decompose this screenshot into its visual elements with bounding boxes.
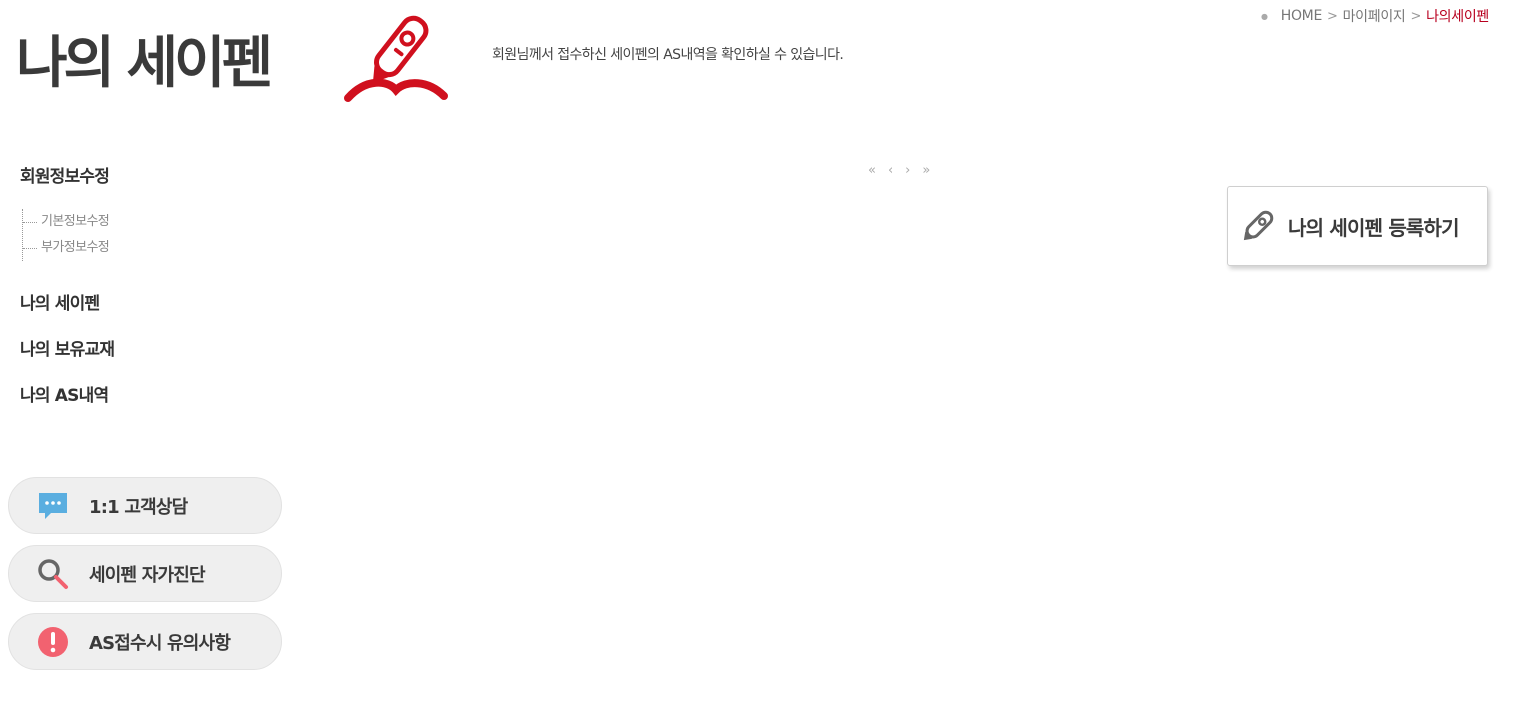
breadcrumb-current: 나의세이펜 — [1426, 9, 1489, 25]
nav-member-edit[interactable]: 회원정보수정 — [20, 162, 280, 187]
breadcrumb: ● HOME > 마이페이지 > 나의세이펜 — [1261, 6, 1489, 26]
chevron-right-icon: > — [1327, 8, 1338, 24]
register-saypen-button[interactable]: 나의 세이펜 등록하기 — [1227, 186, 1488, 266]
consult-button[interactable]: 1:1 고객상담 — [8, 477, 282, 534]
breadcrumb-dot: ● — [1261, 11, 1268, 21]
nav-my-saypen[interactable]: 나의 세이펜 — [20, 289, 280, 314]
nav-sub-extra-info[interactable]: 부가정보수정 — [23, 235, 280, 261]
consult-label: 1:1 고객상담 — [89, 496, 188, 518]
register-saypen-label: 나의 세이펜 등록하기 — [1288, 215, 1460, 240]
as-notice-label: AS접수시 유의사항 — [89, 632, 231, 654]
pagination-prev[interactable]: ‹ — [888, 163, 893, 178]
pen-icon — [1243, 210, 1274, 241]
header-description: 회원님께서 접수하신 세이펜의 AS내역을 확인하실 수 있습니다. — [492, 47, 844, 63]
pen-logo-icon — [344, 15, 448, 102]
self-diagnosis-label: 세이펜 자가진단 — [89, 564, 206, 586]
page-title: 나의 세이펜 — [16, 31, 273, 96]
breadcrumb-home[interactable]: HOME — [1281, 8, 1323, 24]
nav-block: 나의 세이펜 나의 보유교재 나의 AS내역 — [20, 289, 280, 406]
pagination-first[interactable]: « — [868, 163, 876, 178]
as-notice-button[interactable]: AS접수시 유의사항 — [8, 613, 282, 670]
pagination-last[interactable]: » — [922, 163, 930, 178]
breadcrumb-mypage[interactable]: 마이페이지 — [1343, 6, 1406, 26]
nav-sub-list: 기본정보수정 부가정보수정 — [22, 209, 280, 261]
pagination: « ‹ › » — [868, 163, 930, 178]
chat-bubble-icon — [35, 488, 71, 524]
self-diagnosis-button[interactable]: 세이펜 자가진단 — [8, 545, 282, 602]
pagination-next[interactable]: › — [905, 163, 910, 178]
quick-button-list: 1:1 고객상담 세이펜 자가진단 AS접수시 유의사항 — [8, 477, 282, 681]
my-saypen-page: ● HOME > 마이페이지 > 나의세이펜 나의 세이펜 회원님께서 접수하신… — [0, 0, 1513, 709]
nav-sub-basic-info[interactable]: 기본정보수정 — [23, 209, 280, 235]
nav-my-books[interactable]: 나의 보유교재 — [20, 335, 280, 360]
nav-my-as[interactable]: 나의 AS내역 — [20, 381, 280, 406]
search-icon — [35, 556, 71, 592]
chevron-right-icon: > — [1410, 8, 1422, 24]
side-nav: 회원정보수정 기본정보수정 부가정보수정 나의 세이펜 나의 보유교재 나의 A… — [20, 162, 280, 427]
exclamation-icon — [35, 624, 71, 660]
